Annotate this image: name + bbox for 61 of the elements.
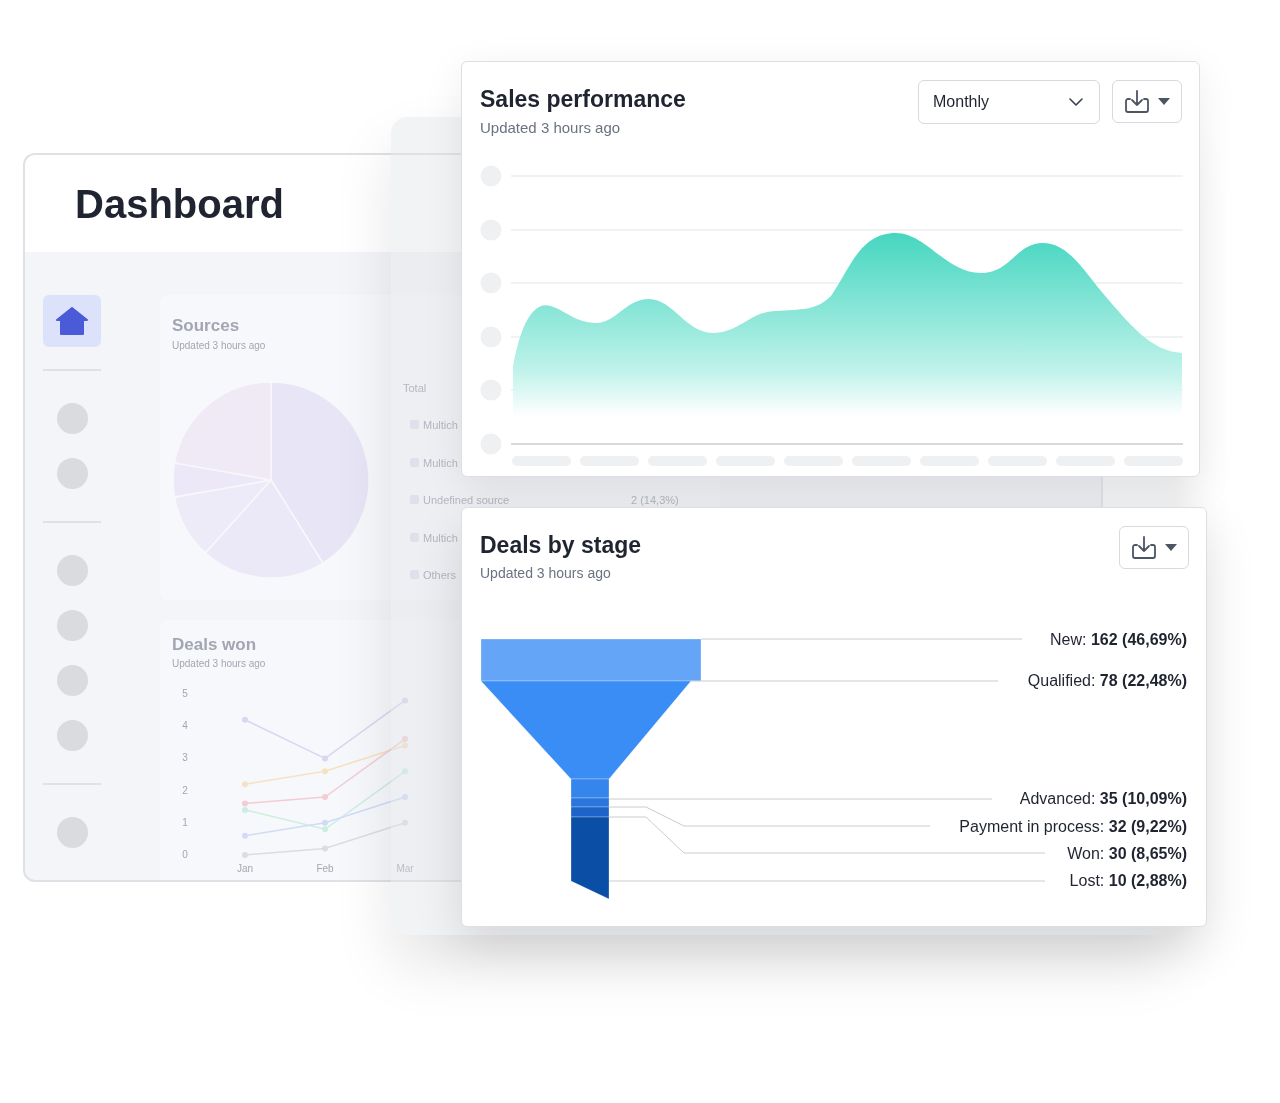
- nav-placeholder-icon: [56, 665, 88, 696]
- stage-label: Won: 30 (8,65%): [1067, 844, 1187, 864]
- stage-label: Lost: 10 (2,88%): [1069, 871, 1187, 891]
- legend-title: Total: [403, 381, 427, 396]
- x-tick-label: Feb: [316, 863, 334, 874]
- chevron-down-icon: [1069, 98, 1083, 106]
- point: [322, 755, 328, 762]
- download-button[interactable]: [1112, 80, 1182, 123]
- nav-placeholder-icon: [56, 610, 88, 641]
- point: [402, 736, 408, 743]
- y-tick-label: 2: [182, 784, 188, 796]
- point: [242, 716, 248, 723]
- point: [242, 806, 248, 813]
- y-tick-label: 4: [182, 720, 188, 732]
- card-title: Sales performance: [480, 85, 686, 114]
- stage-label: Qualified: 78 (22,48%): [1027, 671, 1187, 691]
- point: [322, 794, 328, 801]
- nav-placeholder-icon: [56, 458, 88, 489]
- nav-placeholder-icon: [56, 720, 88, 751]
- legend-label: Multich: [423, 455, 458, 471]
- legend-label: Multich: [423, 530, 458, 546]
- nav-placeholder-icon: [56, 555, 88, 586]
- nav-placeholder-icon: [56, 817, 88, 848]
- stage-label: Payment in process: 32 (9,22%): [959, 817, 1187, 837]
- card-title: Deals by stage: [480, 531, 642, 560]
- home-nav-item[interactable]: [43, 295, 101, 347]
- card-title: Deals won: [172, 634, 257, 656]
- card-subtitle: Updated 3 hours ago: [480, 564, 612, 582]
- y-tick-label: 1: [182, 816, 188, 828]
- stage-label: New: 162 (46,69%): [1050, 630, 1187, 650]
- download-button[interactable]: [1119, 526, 1189, 569]
- point: [242, 781, 248, 788]
- point: [322, 826, 328, 833]
- card-subtitle: Updated 3 hours ago: [172, 339, 266, 353]
- caret-icon: [1158, 98, 1170, 105]
- point: [242, 832, 248, 839]
- period-dropdown[interactable]: Monthly: [918, 80, 1100, 124]
- point: [242, 800, 248, 807]
- home-icon: [56, 307, 88, 335]
- point: [242, 852, 248, 858]
- point: [322, 819, 328, 826]
- dashboard-title: Dashboard: [75, 180, 284, 228]
- legend-label: Undefined source: [423, 493, 510, 508]
- nav-placeholder-icon: [56, 403, 88, 434]
- point: [322, 845, 328, 852]
- download-icon: [1124, 89, 1150, 114]
- y-tick-label: 3: [182, 752, 188, 764]
- legend-label: Multich: [423, 418, 458, 433]
- point: [322, 768, 328, 775]
- point: [402, 742, 408, 749]
- legend-label: Others: [423, 568, 456, 583]
- card-subtitle: Updated 3 hours ago: [480, 118, 622, 138]
- point: [402, 768, 408, 775]
- card-title: Sources: [172, 315, 240, 337]
- y-tick-label: 5: [182, 688, 188, 699]
- download-icon: [1131, 535, 1157, 560]
- caret-icon: [1165, 544, 1177, 551]
- card-subtitle: Updated 3 hours ago: [172, 657, 266, 671]
- x-tick-label: Jan: [236, 863, 254, 874]
- stage-label: Advanced: 35 (10,09%): [1019, 789, 1187, 809]
- y-tick-label: 0: [182, 849, 188, 860]
